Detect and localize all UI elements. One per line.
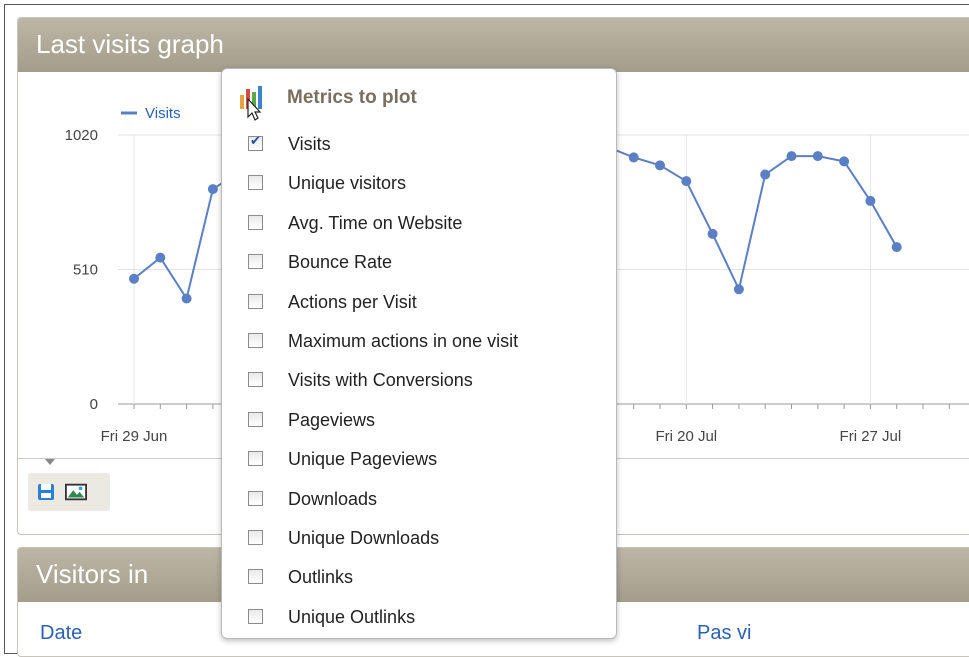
- popup-title: Metrics to plot: [287, 87, 417, 108]
- metric-label: Unique Outlinks: [288, 606, 416, 627]
- metric-option[interactable]: Unique Outlinks: [248, 607, 518, 646]
- metric-label: Downloads: [288, 488, 378, 509]
- metric-checkbox[interactable]: [248, 411, 263, 427]
- x-tick-label: Fri 27 Jul: [840, 428, 902, 445]
- data-point[interactable]: [865, 195, 876, 206]
- data-point[interactable]: [681, 176, 692, 187]
- y-tick-label: 1020: [65, 127, 98, 144]
- metric-option[interactable]: Unique Downloads: [248, 528, 518, 567]
- y-tick-label: 510: [73, 262, 98, 279]
- metric-option[interactable]: Avg. Time on Website: [248, 213, 518, 252]
- metric-checkbox[interactable]: [248, 293, 263, 309]
- footer-pointer: [45, 459, 55, 465]
- data-point[interactable]: [155, 252, 166, 263]
- metric-checkbox[interactable]: [248, 569, 263, 585]
- metric-label: Visits: [288, 134, 331, 154]
- data-point[interactable]: [891, 242, 902, 253]
- metric-checkbox[interactable]: [248, 134, 263, 151]
- metric-label: Avg. Time on Website: [288, 212, 463, 233]
- metric-option[interactable]: Downloads: [248, 489, 518, 528]
- data-point[interactable]: [707, 228, 718, 239]
- metric-option[interactable]: Unique visitors: [248, 173, 518, 212]
- metric-label: Maximum actions in one visit: [288, 330, 519, 351]
- metric-checkbox[interactable]: [248, 175, 263, 191]
- metric-option[interactable]: Maximum actions in one visit: [248, 331, 518, 370]
- metric-option[interactable]: Unique Pageviews: [248, 449, 518, 488]
- data-point[interactable]: [181, 293, 192, 304]
- metric-option[interactable]: Pageviews: [248, 410, 518, 449]
- bottom-link-date[interactable]: Date: [40, 622, 82, 645]
- x-tick-label: Fri 29 Jun: [101, 428, 168, 445]
- bottom-link-right[interactable]: Pas vi: [697, 622, 751, 645]
- floppy-disk-icon[interactable]: [35, 481, 57, 503]
- metric-checkbox[interactable]: [248, 372, 263, 388]
- metric-option[interactable]: Visits: [248, 134, 518, 173]
- metric-option[interactable]: Actions per Visit: [248, 292, 518, 331]
- data-point[interactable]: [129, 273, 139, 284]
- data-point[interactable]: [839, 156, 850, 167]
- metric-option[interactable]: Visits with Conversions: [248, 370, 518, 409]
- metric-checkbox[interactable]: [248, 451, 263, 467]
- metric-checkbox[interactable]: [248, 490, 263, 506]
- metric-list: Visits Unique visitors Avg. Time on Websit…: [248, 134, 518, 646]
- metric-option[interactable]: Outlinks: [248, 567, 518, 606]
- data-point[interactable]: [207, 184, 218, 195]
- metric-checkbox[interactable]: [248, 608, 263, 624]
- image-export-icon[interactable]: [65, 481, 87, 503]
- colored-bars-logo-icon: [240, 86, 262, 121]
- metric-checkbox[interactable]: [248, 254, 263, 270]
- metric-option[interactable]: Bounce Rate: [248, 252, 518, 291]
- metric-label: Pageviews: [288, 409, 376, 430]
- metric-label: Unique Pageviews: [288, 449, 438, 470]
- metric-label: Outlinks: [288, 567, 354, 588]
- metric-label: Actions per Visit: [288, 291, 417, 312]
- data-point[interactable]: [655, 160, 665, 171]
- metric-label: Unique visitors: [288, 173, 407, 194]
- metric-checkbox[interactable]: [248, 214, 263, 230]
- widget-title: Last visits graph: [18, 18, 969, 72]
- data-point[interactable]: [628, 152, 639, 163]
- x-tick-label: Fri 20 Jul: [655, 428, 717, 445]
- metric-label: Bounce Rate: [288, 252, 393, 273]
- metric-label: Visits with Conversions: [288, 370, 473, 391]
- legend-label[interactable]: Visits: [145, 105, 181, 122]
- y-tick-label: 0: [90, 396, 98, 413]
- data-point[interactable]: [786, 151, 797, 162]
- metric-checkbox[interactable]: [248, 332, 263, 348]
- data-point[interactable]: [812, 151, 823, 162]
- data-point[interactable]: [733, 284, 744, 295]
- metric-checkbox[interactable]: [248, 529, 263, 545]
- data-point[interactable]: [760, 169, 771, 180]
- chart-legend[interactable]: Visits: [121, 105, 181, 122]
- metrics-to-plot-popup: Metrics to plot Visits Unique visitors Avg…: [221, 68, 617, 639]
- metric-label: Unique Downloads: [288, 527, 440, 548]
